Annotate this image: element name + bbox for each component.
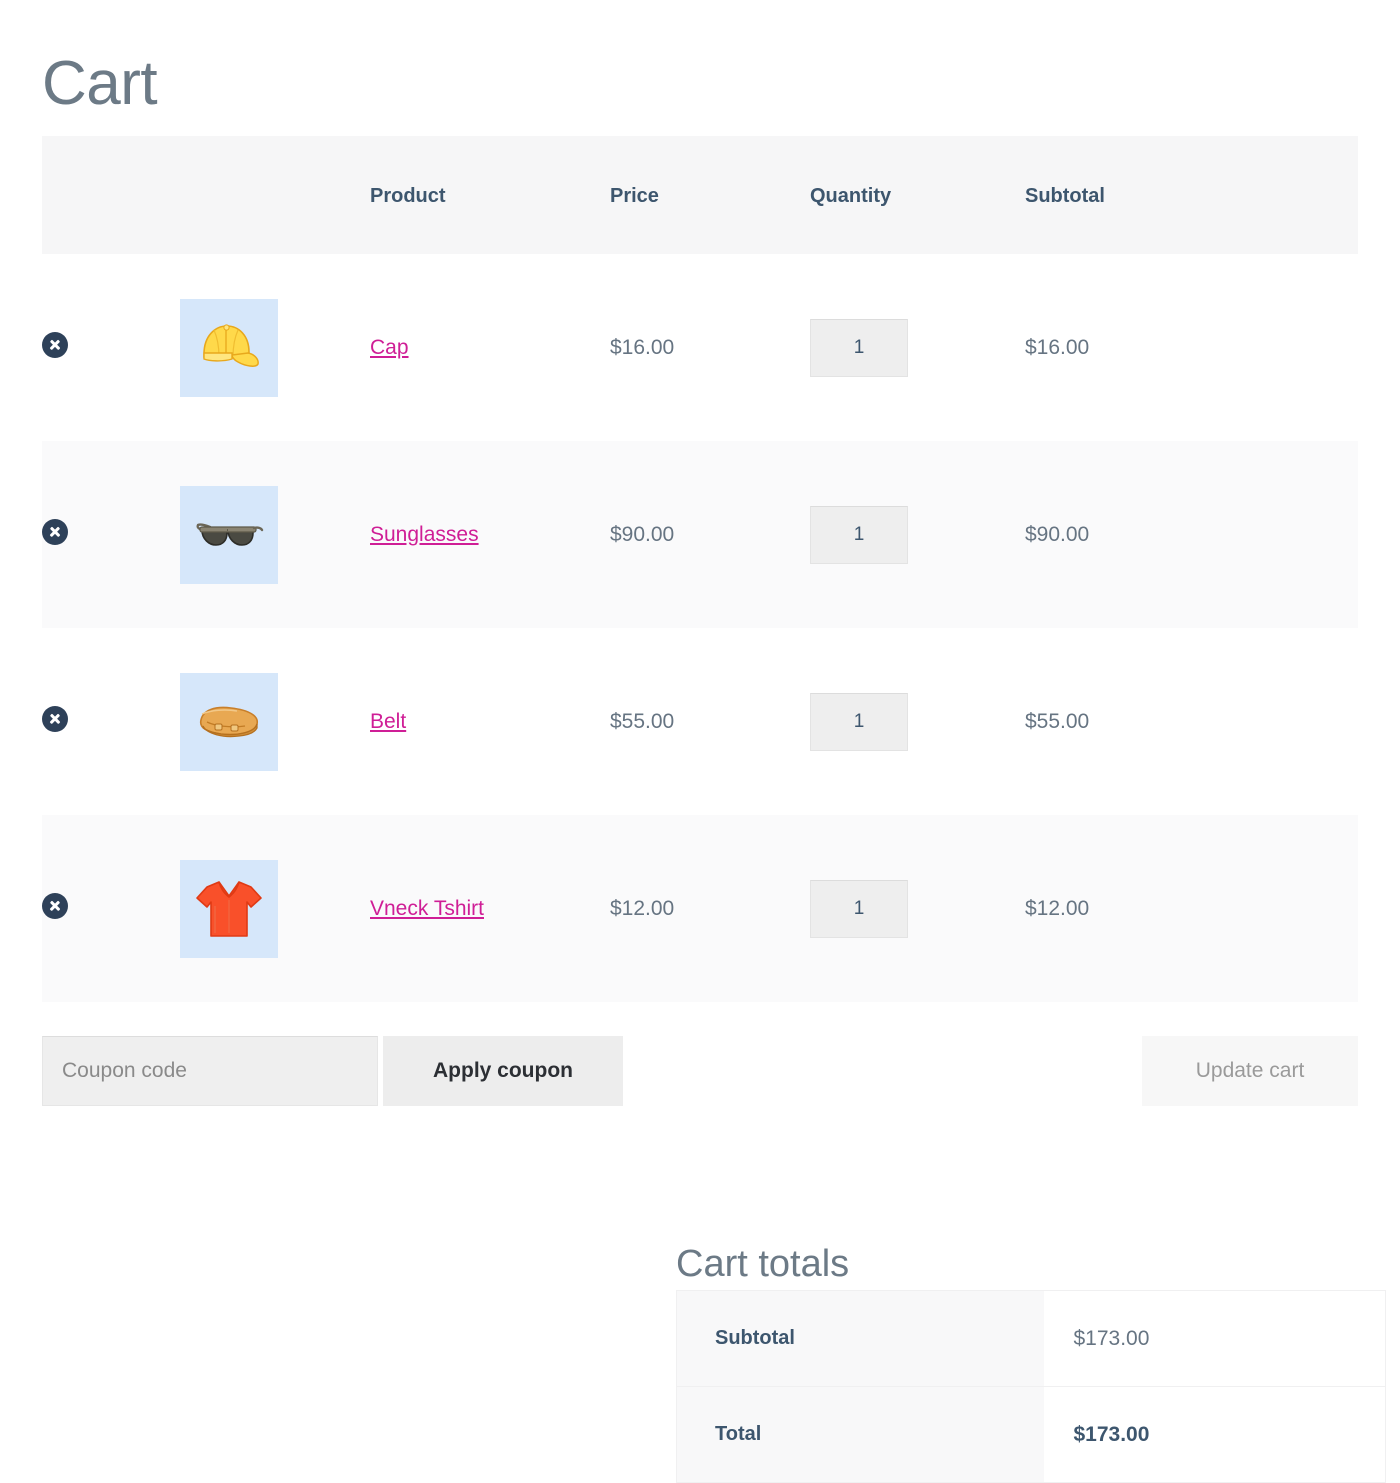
page-title: Cart bbox=[42, 48, 158, 118]
cell-quantity: 1 bbox=[810, 441, 1025, 628]
remove-circle-x-icon[interactable] bbox=[42, 893, 68, 919]
column-header-quantity: Quantity bbox=[810, 184, 892, 207]
column-header-subtotal: Subtotal bbox=[1025, 184, 1105, 207]
cell-price: $55.00 bbox=[610, 709, 675, 733]
cart-totals-table: Subtotal $173.00 Total $173.00 bbox=[676, 1290, 1386, 1483]
totals-value-subtotal: $173.00 bbox=[1043, 1290, 1386, 1387]
cell-thumbnail bbox=[180, 628, 370, 815]
cart-items-table: Product Price Quantity Subtotal Cap $16.… bbox=[42, 136, 1358, 1002]
column-header-product: Product bbox=[370, 184, 446, 207]
product-link[interactable]: Cap bbox=[370, 336, 409, 359]
totals-value-total: $173.00 bbox=[1043, 1386, 1386, 1483]
cell-quantity: 1 bbox=[810, 254, 1025, 441]
coupon-code-input[interactable] bbox=[42, 1036, 378, 1106]
apply-coupon-button[interactable]: Apply coupon bbox=[383, 1036, 623, 1106]
cell-thumbnail bbox=[180, 815, 370, 1002]
cell-quantity: 1 bbox=[810, 815, 1025, 1002]
cell-remove bbox=[42, 628, 180, 815]
totals-label-subtotal: Subtotal bbox=[676, 1290, 1044, 1387]
yellow-baseball-cap-icon bbox=[203, 323, 259, 367]
tan-leather-belt-icon bbox=[199, 706, 258, 737]
table-row: Belt $55.00 1 $55.00 bbox=[42, 628, 1358, 815]
cart-page: Cart Product Price Quantity Subtotal Cap… bbox=[0, 0, 1400, 1483]
cell-subtotal: $90.00 bbox=[1025, 522, 1090, 546]
cell-thumbnail bbox=[180, 254, 370, 441]
product-link[interactable]: Sunglasses bbox=[370, 523, 479, 546]
quantity-input[interactable]: 1 bbox=[810, 692, 908, 751]
black-sunglasses-icon bbox=[196, 522, 264, 546]
cart-actions-row: Apply coupon Update cart bbox=[42, 1036, 1358, 1106]
cell-remove bbox=[42, 441, 180, 628]
cell-subtotal: $16.00 bbox=[1025, 335, 1090, 359]
quantity-input[interactable]: 1 bbox=[810, 879, 908, 938]
remove-circle-x-icon[interactable] bbox=[42, 706, 68, 732]
totals-row-subtotal: Subtotal $173.00 bbox=[676, 1290, 1386, 1387]
table-row: Cap $16.00 1 $16.00 bbox=[42, 254, 1358, 441]
cart-table-header-row: Product Price Quantity Subtotal bbox=[42, 136, 1358, 254]
column-header-remove bbox=[42, 136, 180, 254]
product-thumbnail-vneck-tshirt[interactable] bbox=[180, 859, 278, 958]
product-thumbnail-belt[interactable] bbox=[180, 672, 278, 771]
cell-remove bbox=[42, 254, 180, 441]
product-thumbnail-cap[interactable] bbox=[180, 298, 278, 397]
cell-price: $90.00 bbox=[610, 522, 675, 546]
product-thumbnail-sunglasses[interactable] bbox=[180, 485, 278, 584]
remove-circle-x-icon[interactable] bbox=[42, 519, 68, 545]
cell-product-name: Vneck Tshirt bbox=[370, 815, 610, 1002]
cart-totals-heading: Cart totals bbox=[676, 1242, 850, 1285]
cell-subtotal: $12.00 bbox=[1025, 896, 1090, 920]
cell-product-name: Belt bbox=[370, 628, 610, 815]
orange-vneck-tshirt-icon bbox=[196, 880, 262, 937]
cell-quantity: 1 bbox=[810, 628, 1025, 815]
cell-price: $12.00 bbox=[610, 896, 675, 920]
cell-subtotal: $55.00 bbox=[1025, 709, 1090, 733]
cell-product-name: Cap bbox=[370, 254, 610, 441]
table-row: Vneck Tshirt $12.00 1 $12.00 bbox=[42, 815, 1358, 1002]
product-link[interactable]: Vneck Tshirt bbox=[370, 897, 484, 920]
update-cart-button[interactable]: Update cart bbox=[1142, 1036, 1358, 1106]
cell-product-name: Sunglasses bbox=[370, 441, 610, 628]
quantity-input[interactable]: 1 bbox=[810, 505, 908, 564]
cart-table-body: Cap $16.00 1 $16.00 Sunglasses $90.00 1 … bbox=[42, 254, 1358, 1002]
remove-circle-x-icon[interactable] bbox=[42, 332, 68, 358]
product-link[interactable]: Belt bbox=[370, 710, 406, 733]
cell-remove bbox=[42, 815, 180, 1002]
cell-price: $16.00 bbox=[610, 335, 675, 359]
table-row: Sunglasses $90.00 1 $90.00 bbox=[42, 441, 1358, 628]
cart-table-head: Product Price Quantity Subtotal bbox=[42, 136, 1358, 254]
column-header-price: Price bbox=[610, 184, 659, 207]
totals-label-total: Total bbox=[676, 1386, 1044, 1483]
quantity-input[interactable]: 1 bbox=[810, 318, 908, 377]
cell-thumbnail bbox=[180, 441, 370, 628]
totals-row-total: Total $173.00 bbox=[676, 1386, 1386, 1483]
column-header-thumbnail bbox=[180, 136, 370, 254]
